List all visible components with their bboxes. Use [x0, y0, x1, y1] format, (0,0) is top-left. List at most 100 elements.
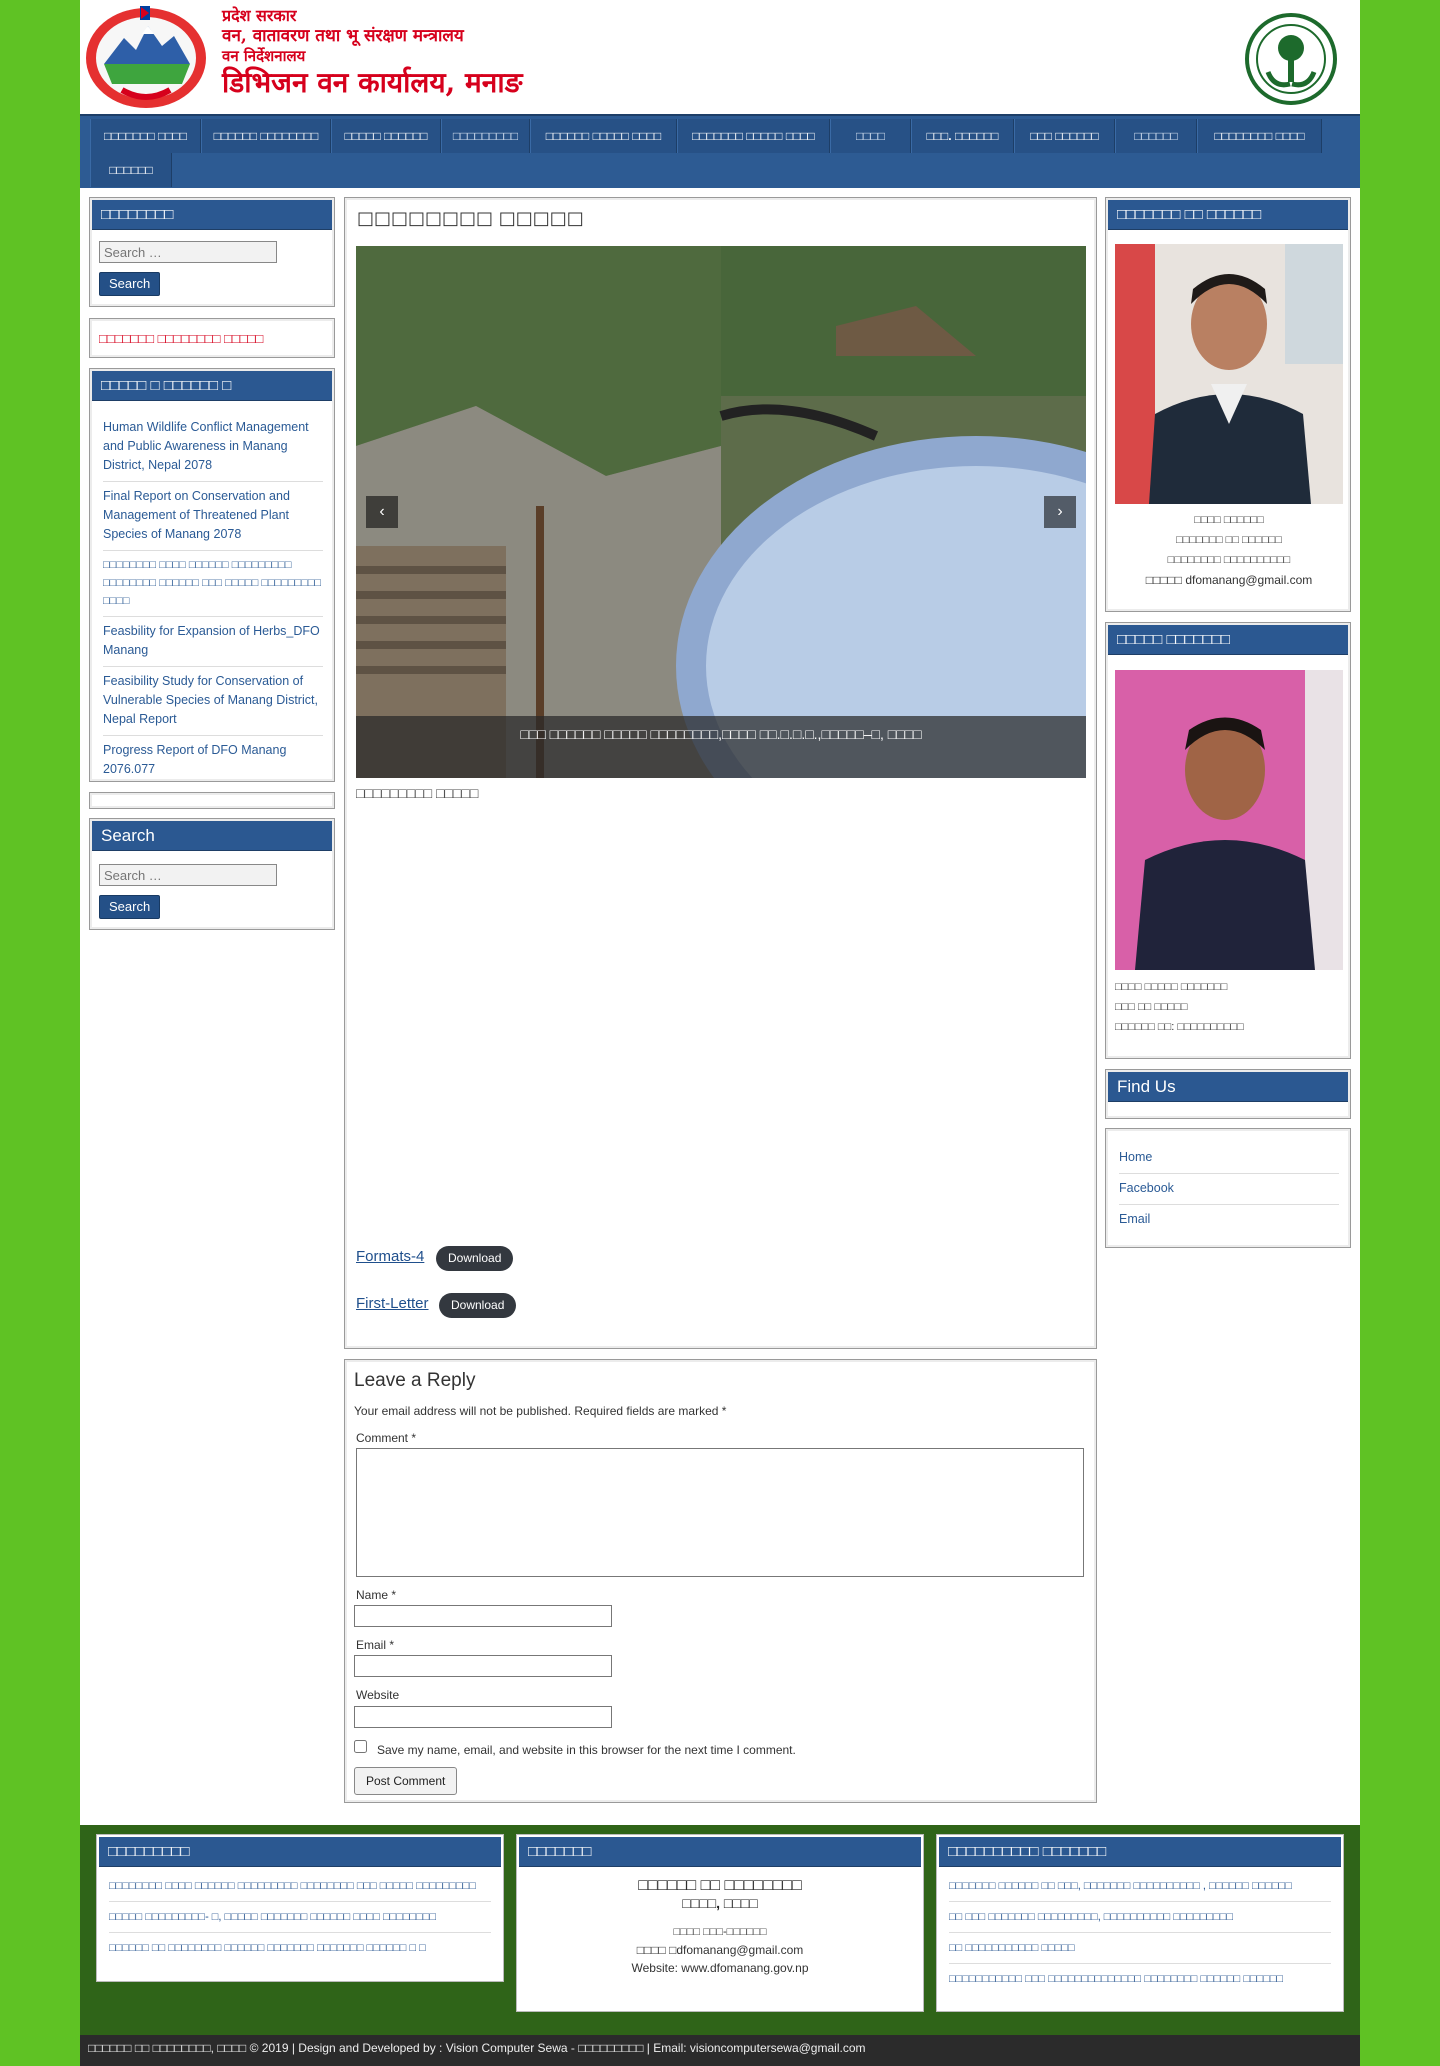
copyright-text: □□□□□□ □□ □□□□□□□□, □□□□ © 2019 | Design…	[88, 2041, 866, 2055]
search-widget-title: □□□□□□□□	[92, 200, 332, 230]
reports-widget-title: □□□□□ □ □□□□□□ □ □□□□□□□□□□□□	[92, 371, 332, 423]
report-link[interactable]: Final Report on Conservation and Managem…	[103, 482, 323, 551]
website-field[interactable]	[354, 1706, 612, 1728]
footer-link[interactable]: □□□□□□□ □□□□□□ □□ □□□, □□□□□□□ □□□□□□□□□…	[949, 1871, 1331, 1902]
save-info-label: Save my name, email, and website in this…	[377, 1743, 796, 1757]
slide-caption: □□□ □□□□□□ □□□□□ □□□□□□□□,□□□□ □□.□.□.□.…	[520, 726, 922, 742]
footer-col-3: □□□□□□□□□□ □□□□□□□ □□□□□□□ □□□□□□ □□ □□□…	[936, 1834, 1344, 2012]
footer-col-2-title: □□□□□□□	[519, 1837, 921, 1867]
header-line-directorate: वन निर्देशनालय	[222, 47, 306, 65]
search-widget-2-title: Search	[92, 821, 332, 851]
nav-item-10[interactable]: □□□□□□	[1115, 119, 1197, 153]
findus-widget: Find Us	[1105, 1069, 1351, 1119]
officer-post: □□□□□□□ □□ □□□□□□	[1176, 534, 1282, 546]
findus-link-home[interactable]: Home	[1119, 1143, 1339, 1174]
nav-item-6[interactable]: □□□□□□□ □□□□□ □□□□	[677, 119, 830, 153]
findus-links-widget: Home Facebook Email	[1105, 1128, 1351, 1248]
file-link-first-letter[interactable]: First-Letter	[356, 1295, 429, 1312]
comment-textarea[interactable]	[356, 1448, 1084, 1577]
footer-org-place: □□□□, □□□□	[682, 1895, 758, 1911]
nav-item-8[interactable]: □□□. □□□□□□	[911, 119, 1014, 153]
info-officer-widget-title: □□□□□ □□□□□□□	[1108, 625, 1348, 655]
nepal-emblem-icon	[86, 6, 206, 108]
forest-logo-icon	[1245, 13, 1337, 105]
site-header: प्रदेश सरकार वन, वातावरण तथा भू संरक्षण …	[80, 0, 1360, 114]
header-titles: प्रदेश सरकार वन, वातावरण तथा भू संरक्षण …	[222, 6, 522, 100]
nav-item-1[interactable]: □□□□□□□ □□□□	[90, 119, 201, 153]
info-officer-widget: □□□□□ □□□□□□□ □□□□ □□□□□ □□□□□□□ □□□ □□ …	[1105, 622, 1351, 1059]
nav-item-4[interactable]: □□□□□□□□□	[441, 119, 530, 153]
reply-note: Your email address will not be published…	[354, 1404, 727, 1418]
findus-link-facebook[interactable]: Facebook	[1119, 1174, 1339, 1205]
search-widget: □□□□□□□□ Search	[89, 197, 335, 307]
reply-form: Leave a Reply Your email address will no…	[344, 1359, 1097, 1803]
post-comment-button[interactable]: Post Comment	[354, 1767, 458, 1795]
footer-link[interactable]: □□□□□□□□□□□ □□□ □□□□□□□□□□□□□□ □□□□□□□□ …	[949, 1964, 1331, 1994]
officer-widget: □□□□□□□ □□ □□□□□□ □□□□ □□□□□□ □□□□□□□ □□…	[1105, 197, 1351, 612]
report-link[interactable]: Feasbility for Expansion of Herbs_DFO Ma…	[103, 617, 323, 667]
search-button[interactable]: Search	[99, 272, 161, 296]
search-button-2[interactable]: Search	[99, 895, 161, 919]
nav-item-3[interactable]: □□□□□ □□□□□□	[331, 119, 441, 153]
file-link-formats-4[interactable]: Formats-4	[356, 1248, 424, 1265]
info-officer-photo	[1115, 670, 1343, 970]
officer-details: □□□□ □□□□□□ □□□□□□□ □□ □□□□□□ □□□□□□□□ □…	[1106, 510, 1352, 590]
footer-col-1: □□□□□□□□□ □□□□□□□□ □□□□ □□□□□□ □□□□□□□□□…	[96, 1834, 504, 1982]
footer-col-2: □□□□□□□ □□□□□□ □□ □□□□□□□□ □□□□, □□□□ □□…	[516, 1834, 924, 2012]
officer-widget-title: □□□□□□□ □□ □□□□□□	[1108, 200, 1348, 230]
nav-item-7[interactable]: □□□□	[830, 119, 911, 153]
slider-next-button[interactable]: ›	[1044, 496, 1076, 528]
officer-phone: □□□□□□□□ □□□□□□□□□□	[1167, 554, 1291, 566]
content-panel: □□□□□□□□ □□□□□ ‹ › □□□ □□□□□□ □□□□□ □□□□…	[344, 197, 1097, 1349]
footer-website: Website: www.dfomanang.gov.np	[631, 1961, 809, 1975]
nav-item-11[interactable]: □□□□□□□□ □□□□	[1197, 119, 1322, 153]
footer-phone: □□□□ □□□-□□□□□□	[673, 1926, 767, 1938]
footer-link[interactable]: □□□□□□□□ □□□□ □□□□□□ □□□□□□□□□ □□□□□□□□ …	[109, 1871, 491, 1902]
nav-item-9[interactable]: □□□ □□□□□□	[1014, 119, 1115, 153]
nav-item-12[interactable]: □□□□□□	[90, 153, 172, 187]
search-input[interactable]	[99, 241, 277, 263]
search-input-2[interactable]	[99, 864, 277, 886]
name-field[interactable]	[354, 1605, 612, 1627]
copyright-bar: □□□□□□ □□ □□□□□□□□, □□□□ © 2019 | Design…	[80, 2035, 1360, 2066]
findus-link-email[interactable]: Email	[1119, 1205, 1339, 1235]
report-link[interactable]: □□□□□□□□ □□□□ □□□□□□ □□□□□□□□□ □□□□□□□□ …	[103, 551, 323, 617]
footer-link[interactable]: □□ □□□ □□□□□□□ □□□□□□□□□, □□□□□□□□□□ □□□…	[949, 1902, 1331, 1933]
email-field[interactable]	[354, 1655, 612, 1677]
email-label: Email *	[356, 1638, 395, 1652]
footer-col-1-title: □□□□□□□□□	[99, 1837, 501, 1867]
download-button-formats-4[interactable]: Download	[436, 1246, 514, 1271]
name-label: Name *	[356, 1588, 397, 1602]
main-nav: □□□□□□□ □□□□ □□□□□□ □□□□□□□□ □□□□□ □□□□□…	[80, 114, 1360, 188]
download-button-first-letter[interactable]: Download	[439, 1293, 517, 1318]
nav-item-5[interactable]: □□□□□□ □□□□□ □□□□	[530, 119, 677, 153]
footer-contact: □□□□□□ □□ □□□□□□□□ □□□□, □□□□ □□□□ □□□-□…	[517, 1877, 923, 1977]
findus-links: Home Facebook Email	[1119, 1143, 1339, 1235]
notice-link[interactable]: □□□□□□□ □□□□□□□□ □□□□□	[99, 331, 263, 346]
header-line-ministry: वन, वातावरण तथा भू संरक्षण मन्त्रालय	[222, 26, 464, 46]
officer-name: □□□□ □□□□□□	[1194, 514, 1264, 526]
reports-list: Human Wildlife Conflict Management and P…	[103, 413, 323, 785]
search-widget-2: Search Search	[89, 818, 335, 930]
officer-email: □□□□□ dfomanang@gmail.com	[1145, 573, 1313, 587]
footer-link[interactable]: □□□□□□ □□ □□□□□□□□ □□□□□□ □□□□□□□ □□□□□□…	[109, 1933, 491, 1963]
empty-widget	[89, 792, 335, 809]
image-slider: ‹ › □□□ □□□□□□ □□□□□ □□□□□□□□,□□□□ □□.□.…	[356, 246, 1086, 778]
info-officer-post: □□□ □□ □□□□□	[1115, 1001, 1188, 1013]
reports-widget: □□□□□ □ □□□□□□ □ □□□□□□□□□□□□ Human Wild…	[89, 368, 335, 782]
slider-prev-button[interactable]: ‹	[366, 496, 398, 528]
footer-link[interactable]: □□ □□□□□□□□□□□ □□□□□	[949, 1933, 1331, 1964]
footer-link[interactable]: □□□□□ □□□□□□□□□- □, □□□□□ □□□□□□□ □□□□□□…	[109, 1902, 491, 1933]
page-title: □□□□□□□□ □□□□□	[357, 208, 584, 229]
save-info-checkbox[interactable]	[354, 1740, 367, 1753]
footer-org-name: □□□□□□ □□ □□□□□□□□	[638, 1877, 802, 1894]
content-subheading: □□□□□□□□□ □□□□□	[356, 785, 479, 801]
info-officer-details: □□□□ □□□□□ □□□□□□□ □□□ □□ □□□□□ □□□□□□ □…	[1115, 977, 1244, 1037]
report-link[interactable]: Feasibility Study for Conservation of Vu…	[103, 667, 323, 736]
report-link[interactable]: Human Wildlife Conflict Management and P…	[103, 413, 323, 482]
nav-item-2[interactable]: □□□□□□ □□□□□□□□	[201, 119, 331, 153]
page: प्रदेश सरकार वन, वातावरण तथा भू संरक्षण …	[80, 0, 1360, 2066]
footer-col-1-list: □□□□□□□□ □□□□ □□□□□□ □□□□□□□□□ □□□□□□□□ …	[97, 1869, 503, 1965]
report-link[interactable]: Progress Report of DFO Manang 2076.077	[103, 736, 323, 785]
findus-widget-title: Find Us	[1108, 1072, 1348, 1102]
